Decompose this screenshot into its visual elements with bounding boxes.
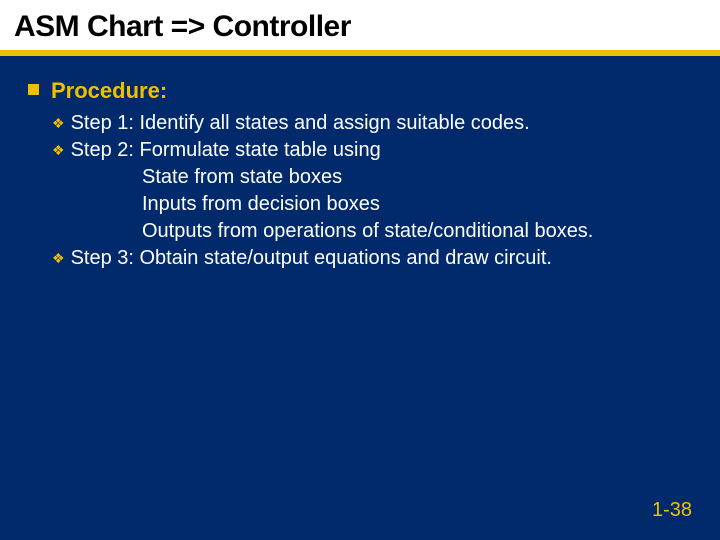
slide-number: 1-38 bbox=[652, 499, 692, 522]
diamond-bullet-icon: ❖ bbox=[52, 141, 65, 160]
square-bullet-icon bbox=[28, 84, 39, 95]
diamond-bullet-icon: ❖ bbox=[52, 114, 65, 133]
step-text: Step 1: Identify all states and assign s… bbox=[71, 110, 530, 137]
step-subline: Inputs from decision boxes bbox=[142, 191, 692, 218]
body-block: ❖ Step 1: Identify all states and assign… bbox=[28, 110, 692, 272]
header-strip: ASM Chart => Controller bbox=[0, 0, 720, 56]
step-item: ❖ Step 3: Obtain state/output equations … bbox=[52, 245, 692, 272]
heading-row: Procedure: bbox=[28, 78, 692, 104]
content-area: Procedure: ❖ Step 1: Identify all states… bbox=[0, 56, 720, 272]
step-subline: State from state boxes bbox=[142, 164, 692, 191]
section-heading: Procedure: bbox=[51, 78, 167, 104]
step-text: Step 3: Obtain state/output equations an… bbox=[71, 245, 552, 272]
diamond-bullet-icon: ❖ bbox=[52, 249, 65, 268]
step-subline: Outputs from operations of state/conditi… bbox=[142, 218, 692, 245]
slide-title: ASM Chart => Controller bbox=[14, 10, 706, 44]
step-item: ❖ Step 2: Formulate state table using bbox=[52, 137, 692, 164]
step-item: ❖ Step 1: Identify all states and assign… bbox=[52, 110, 692, 137]
step-text: Step 2: Formulate state table using bbox=[71, 137, 381, 164]
